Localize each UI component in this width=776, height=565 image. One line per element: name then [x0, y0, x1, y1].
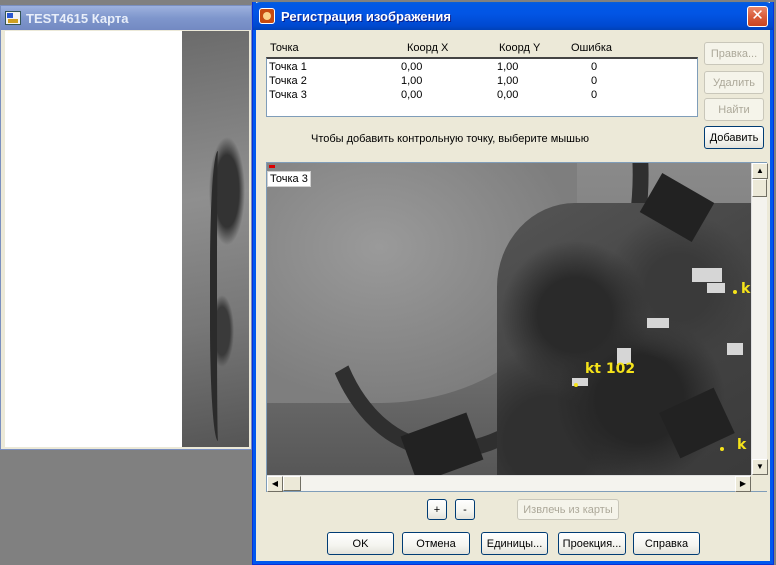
ok-button[interactable]: OK [327, 532, 394, 555]
selected-point-tag: Точка 3 [267, 171, 311, 187]
scroll-left-button[interactable]: ◀ [267, 476, 283, 492]
cell-error: 0 [591, 61, 598, 73]
zoom-in-button[interactable]: + [427, 499, 447, 520]
scroll-right-button[interactable]: ▶ [735, 476, 751, 492]
cell-x: 0,00 [401, 89, 423, 101]
dialog-title: Регистрация изображения [281, 8, 451, 24]
vertical-scrollbar[interactable]: ▲ ▼ [751, 163, 768, 475]
control-point-label: k [741, 281, 751, 297]
cell-point: Точка 3 [269, 89, 307, 101]
map-app-icon [5, 11, 21, 25]
map-window-titlebar[interactable]: TEST4615 Карта [1, 6, 251, 30]
control-point-label: k [737, 437, 747, 453]
table-row[interactable]: Точка 1 0,00 1,00 0 [267, 61, 697, 75]
units-button[interactable]: Единицы... [481, 532, 548, 555]
control-points-list[interactable]: Точка 1 0,00 1,00 0 Точка 2 1,00 1,00 0 … [266, 57, 698, 117]
roof [692, 268, 722, 282]
scroll-corner [751, 475, 767, 491]
control-point-label: kt 102 [585, 361, 636, 377]
raster-image[interactable]: kt 102 k k Точка 3 [267, 163, 751, 475]
cell-y: 1,00 [497, 75, 519, 87]
cell-point: Точка 2 [269, 75, 307, 87]
cell-y: 0,00 [497, 89, 519, 101]
projection-button[interactable]: Проекция... [558, 532, 626, 555]
roof [727, 343, 743, 355]
find-button[interactable]: Найти [704, 98, 764, 121]
scroll-up-button[interactable]: ▲ [752, 163, 768, 179]
control-point-dot[interactable] [574, 383, 578, 387]
cell-y: 1,00 [497, 61, 519, 73]
close-button[interactable]: ✕ [747, 6, 768, 27]
map-window-title: TEST4615 Карта [26, 10, 129, 26]
column-header-x[interactable]: Коорд X [407, 42, 448, 54]
delete-button[interactable]: Удалить [704, 71, 764, 94]
map-window[interactable]: TEST4615 Карта [0, 5, 252, 450]
help-button[interactable]: Справка [633, 532, 700, 555]
extract-from-map-button[interactable]: Извлечь из карты [517, 499, 619, 520]
table-row[interactable]: Точка 2 1,00 1,00 0 [267, 75, 697, 89]
edit-button[interactable]: Правка... [704, 42, 764, 65]
cell-error: 0 [591, 89, 598, 101]
add-button[interactable]: Добавить [704, 126, 764, 149]
cancel-button[interactable]: Отмена [402, 532, 470, 555]
vertical-scroll-thumb[interactable] [752, 179, 767, 197]
column-header-point[interactable]: Точка [270, 42, 299, 54]
control-point-dot[interactable] [720, 447, 724, 451]
column-header-error[interactable]: Ошибка [571, 42, 612, 54]
image-viewport[interactable]: kt 102 k k Точка 3 ▲ ▼ ◀ ▶ [266, 162, 768, 492]
column-header-y[interactable]: Коорд Y [499, 42, 540, 54]
map-river [210, 151, 230, 441]
roof [707, 283, 725, 293]
cell-x: 1,00 [401, 75, 423, 87]
horizontal-scroll-thumb[interactable] [283, 476, 301, 491]
dialog-titlebar[interactable]: Регистрация изображения ✕ [253, 2, 773, 30]
image-registration-dialog: Регистрация изображения ✕ Точка Коорд X … [252, 2, 774, 565]
roof [647, 318, 669, 328]
table-row[interactable]: Точка 3 0,00 0,00 0 [267, 89, 697, 103]
cell-point: Точка 1 [269, 61, 307, 73]
scroll-down-button[interactable]: ▼ [752, 459, 768, 475]
hint-text: Чтобы добавить контрольную точку, выбери… [311, 133, 589, 145]
horizontal-scrollbar[interactable]: ◀ ▶ [267, 475, 751, 492]
map-canvas[interactable] [5, 31, 249, 447]
point-flag-icon [269, 165, 275, 168]
image-registration-icon [259, 8, 275, 24]
close-icon: ✕ [751, 7, 764, 24]
cell-x: 0,00 [401, 61, 423, 73]
control-point-dot[interactable] [733, 290, 737, 294]
zoom-out-button[interactable]: - [455, 499, 475, 520]
cell-error: 0 [591, 75, 598, 87]
